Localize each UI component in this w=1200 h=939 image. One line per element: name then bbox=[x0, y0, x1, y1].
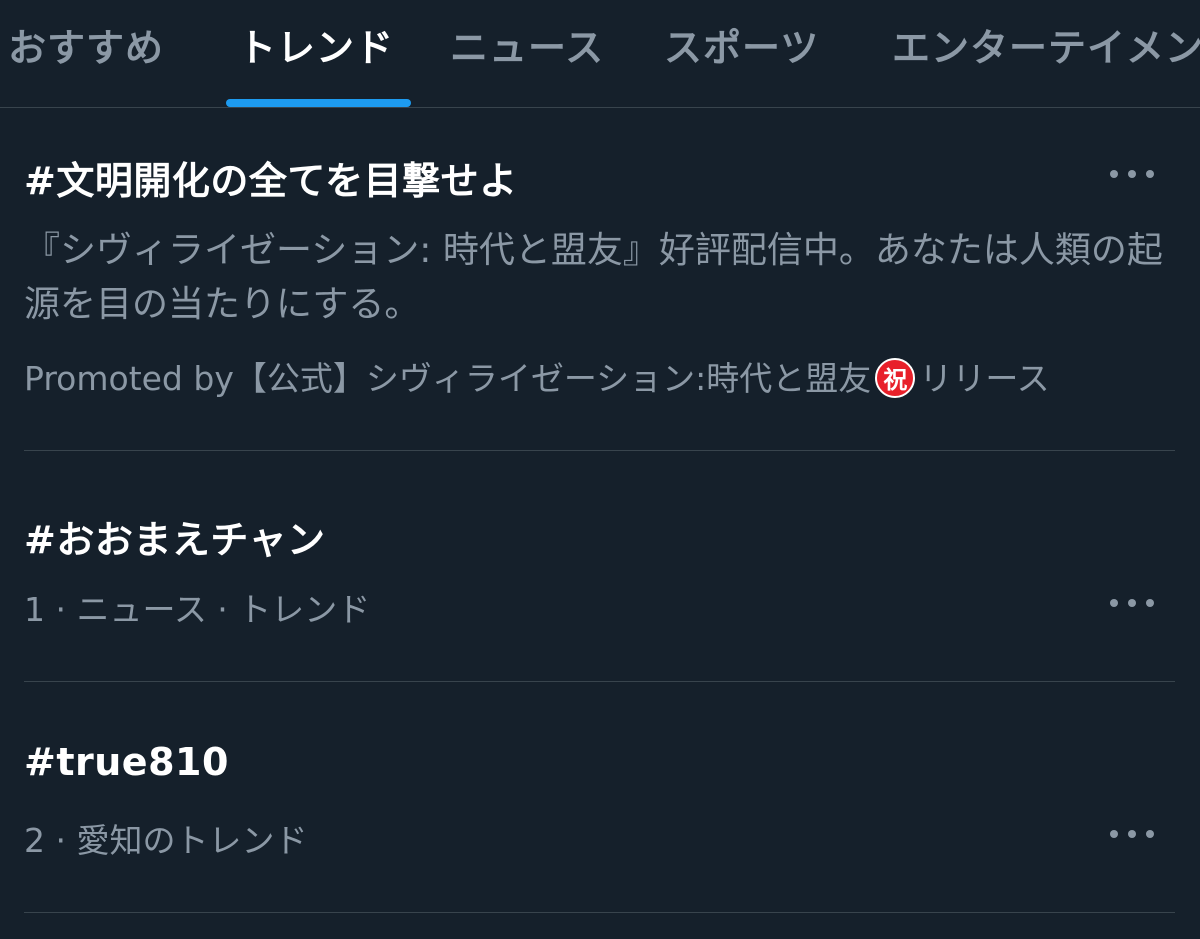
trend-item[interactable]: #おおまえチャン 1 · ニュース · トレンド bbox=[0, 451, 1200, 681]
trend-description: 『シヴィライゼーション: 時代と盟友』好評配信中。あなたは人類の起源を目の当たり… bbox=[24, 230, 1163, 325]
tab-sports[interactable]: スポーツ bbox=[664, 18, 819, 78]
active-tab-indicator bbox=[226, 99, 411, 107]
trend-title: #おおまえチャン bbox=[24, 518, 326, 562]
trend-item-promoted[interactable]: #文明開化の全てを目撃せよ 『シヴィライゼーション: 時代と盟友』好評配信中。あ… bbox=[0, 108, 1200, 451]
trend-meta: 1 · ニュース · トレンド bbox=[24, 590, 371, 629]
explore-tab-bar: おすすめ トレンド ニュース スポーツ エンターテイメント bbox=[0, 0, 1200, 108]
promoted-by-text: Promoted by【公式】シヴィライゼーション:時代と盟友 bbox=[24, 359, 872, 398]
more-horizontal-icon[interactable] bbox=[1110, 593, 1154, 613]
more-horizontal-icon[interactable] bbox=[1110, 164, 1154, 184]
tab-trending[interactable]: トレンド bbox=[238, 18, 394, 78]
tab-entertainment[interactable]: エンターテイメント bbox=[892, 18, 1200, 78]
trend-meta: 2 · 愛知のトレンド bbox=[24, 821, 308, 860]
trend-title: #true810 bbox=[24, 740, 229, 784]
promoted-by-line: Promoted by【公式】シヴィライゼーション:時代と盟友祝リリース bbox=[24, 352, 1050, 401]
trend-title: #文明開化の全てを目撃せよ bbox=[24, 159, 518, 203]
tab-recommended[interactable]: おすすめ bbox=[8, 18, 164, 78]
explore-screen: おすすめ トレンド ニュース スポーツ エンターテイメント #文明開化の全てを目… bbox=[0, 0, 1200, 939]
celebration-badge-icon: 祝 bbox=[875, 357, 916, 398]
promoted-by-suffix: リリース bbox=[919, 359, 1050, 398]
tab-news[interactable]: ニュース bbox=[450, 18, 604, 78]
trend-item[interactable]: #true810 2 · 愛知のトレンド bbox=[0, 682, 1200, 912]
divider bbox=[24, 912, 1175, 913]
more-horizontal-icon[interactable] bbox=[1110, 824, 1154, 844]
